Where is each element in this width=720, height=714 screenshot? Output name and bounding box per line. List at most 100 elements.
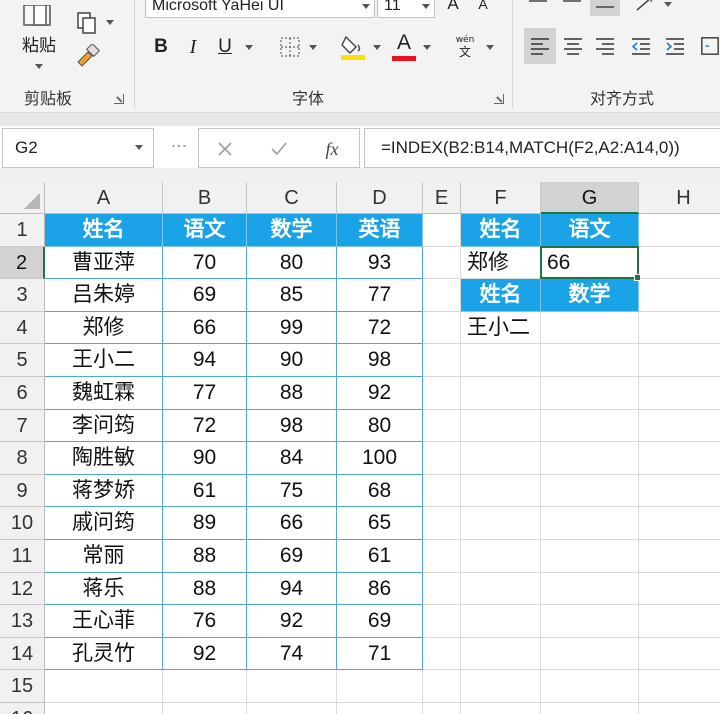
row-header-2[interactable]: 2 [0, 246, 45, 280]
table-cell[interactable]: 69 [337, 605, 423, 638]
table-header-cell[interactable]: 姓名 [45, 214, 163, 247]
column-header-f[interactable]: F [461, 182, 541, 214]
formula-bar-splitter[interactable]: ⋮ [170, 138, 189, 153]
font-dialog-launcher[interactable] [494, 94, 504, 104]
table-cell[interactable]: 90 [163, 442, 247, 475]
table-cell[interactable]: 吕朱婷 [45, 279, 163, 312]
table-cell[interactable]: 88 [163, 540, 247, 573]
lookup-value-cell[interactable]: 郑修 [461, 246, 541, 280]
lookup-header-cell[interactable]: 语文 [541, 214, 639, 247]
increase-font-size-button[interactable]: A [440, 0, 466, 16]
increase-indent-button[interactable] [660, 28, 690, 64]
table-cell[interactable]: 98 [247, 409, 337, 443]
table-cell[interactable]: 77 [163, 377, 247, 410]
column-header-h[interactable]: H [639, 182, 720, 214]
column-header-c[interactable]: C [247, 182, 337, 214]
borders-dropdown-arrow[interactable] [309, 45, 317, 50]
cell-c15[interactable] [247, 670, 337, 703]
table-cell[interactable]: 65 [337, 507, 423, 540]
cell-g15[interactable] [541, 670, 639, 703]
column-header-e[interactable]: E [423, 182, 461, 214]
cell-a16[interactable] [45, 703, 163, 714]
cell-h9[interactable] [639, 475, 720, 508]
cell-f10[interactable] [461, 507, 541, 540]
row-header-3[interactable]: 3 [0, 279, 45, 312]
cell-e11[interactable] [423, 540, 461, 573]
merge-center-button[interactable] [700, 28, 720, 64]
table-cell[interactable]: 66 [247, 507, 337, 540]
table-cell[interactable]: 75 [247, 474, 337, 508]
cell-a15[interactable] [45, 670, 163, 703]
lookup-value-cell[interactable]: 王小二 [461, 311, 541, 345]
font-name-select[interactable]: Microsoft YaHei UI [145, 0, 375, 18]
cell-f5[interactable] [461, 344, 541, 377]
table-cell[interactable]: 84 [247, 442, 337, 475]
column-header-a[interactable]: A [45, 182, 163, 214]
column-header-d[interactable]: D [337, 182, 423, 214]
table-cell[interactable]: 66 [163, 311, 247, 345]
row-header-6[interactable]: 6 [0, 377, 45, 410]
table-cell[interactable]: 曹亚萍 [45, 246, 163, 280]
cell-e1[interactable] [423, 214, 461, 247]
table-cell[interactable]: 74 [247, 637, 337, 671]
cell-e9[interactable] [423, 474, 461, 508]
name-box[interactable]: G2 [2, 128, 154, 168]
cell-f11[interactable] [461, 540, 541, 573]
name-box-dropdown-arrow[interactable] [135, 145, 143, 150]
decrease-font-size-button[interactable]: A [470, 0, 496, 16]
formula-input[interactable]: =INDEX(B2:B14,MATCH(F2,A2:A14,0)) [364, 128, 720, 168]
row-header-15[interactable]: 15 [0, 670, 45, 703]
cell-f7[interactable] [461, 409, 541, 443]
insert-function-button[interactable]: fx [317, 135, 347, 163]
row-header-10[interactable]: 10 [0, 507, 45, 540]
cell-g16[interactable] [541, 703, 639, 714]
orientation-dropdown-arrow[interactable] [664, 2, 672, 7]
middle-align-button[interactable] [558, 0, 586, 14]
table-cell[interactable]: 71 [337, 637, 423, 671]
row-header-7[interactable]: 7 [0, 409, 45, 443]
lookup-header-cell[interactable]: 数学 [541, 279, 639, 312]
table-cell[interactable]: 92 [247, 605, 337, 638]
cell-h7[interactable] [639, 410, 720, 443]
table-cell[interactable]: 61 [163, 474, 247, 508]
cell-g13[interactable] [541, 605, 639, 638]
cell-g7[interactable] [541, 409, 639, 443]
table-cell[interactable]: 孔灵竹 [45, 637, 163, 671]
cell-f8[interactable] [461, 442, 541, 475]
cell-e2[interactable] [423, 246, 461, 280]
confirm-entry-button[interactable] [265, 135, 293, 163]
cell-g4[interactable] [541, 311, 639, 345]
table-cell[interactable]: 61 [337, 540, 423, 573]
borders-button[interactable] [276, 34, 304, 60]
table-cell[interactable]: 魏虹霖 [45, 377, 163, 410]
cell-h4[interactable] [639, 312, 720, 345]
lookup-header-cell[interactable]: 姓名 [461, 279, 541, 312]
row-header-4[interactable]: 4 [0, 311, 45, 345]
bold-button[interactable]: B [148, 34, 174, 60]
table-cell[interactable]: 戚问筠 [45, 507, 163, 540]
table-cell[interactable]: 68 [337, 474, 423, 508]
row-header-14[interactable]: 14 [0, 637, 45, 671]
cell-h14[interactable] [639, 638, 720, 671]
row-header-1[interactable]: 1 [0, 214, 45, 247]
cell-e15[interactable] [423, 670, 461, 703]
font-name-dropdown-arrow[interactable] [362, 4, 370, 9]
cell-e4[interactable] [423, 311, 461, 345]
table-cell[interactable]: 89 [163, 507, 247, 540]
font-color-button[interactable]: A [390, 30, 418, 62]
table-cell[interactable]: 85 [247, 279, 337, 312]
table-cell[interactable]: 李问筠 [45, 409, 163, 443]
bottom-align-button[interactable] [590, 0, 620, 16]
cell-d15[interactable] [337, 670, 423, 703]
cell-g5[interactable] [541, 344, 639, 377]
cell-h2[interactable] [639, 247, 720, 280]
table-cell[interactable]: 99 [247, 311, 337, 345]
worksheet-grid[interactable]: A B C D E F G H 1 姓名 语文 数学 英语 姓名 语文 2 曹亚萍 70 80 93 郑修 66 3 吕朱婷 6… [0, 182, 720, 714]
cancel-entry-button[interactable] [211, 135, 239, 163]
table-cell[interactable]: 90 [247, 344, 337, 377]
cell-h16[interactable] [639, 703, 720, 714]
cell-e5[interactable] [423, 344, 461, 377]
table-cell[interactable]: 92 [163, 637, 247, 671]
cell-c16[interactable] [247, 703, 337, 714]
table-header-cell[interactable]: 英语 [337, 214, 423, 247]
